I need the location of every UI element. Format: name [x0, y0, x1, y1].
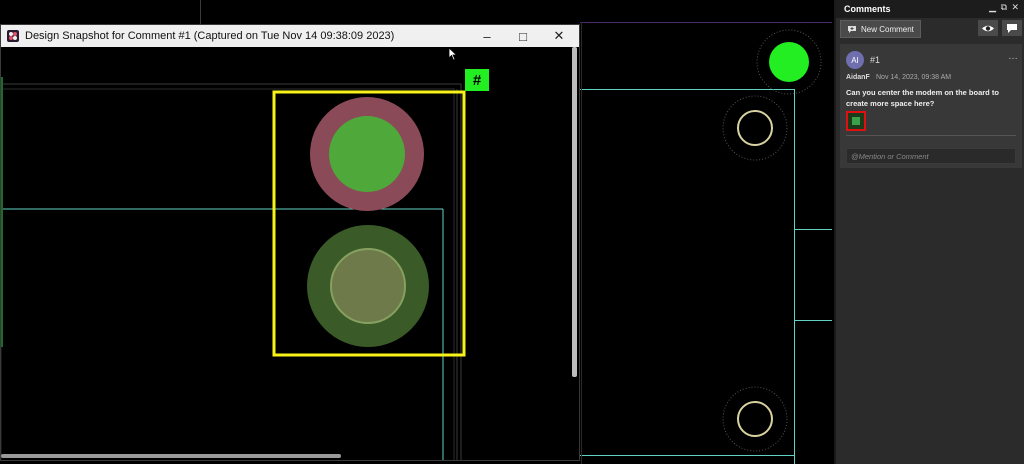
new-comment-label: New Comment: [861, 24, 914, 34]
comments-toolbar: New Comment: [836, 18, 1024, 40]
pad-upper: [310, 97, 424, 211]
board-purple-edge: [580, 22, 832, 23]
minimize-button[interactable]: –: [469, 25, 505, 47]
close-icon[interactable]: ✕: [1011, 2, 1019, 13]
pad-ring-2: [722, 386, 788, 452]
comment-card[interactable]: AI #1 … AidanF Nov 14, 2023, 09:38 AM Ca…: [840, 44, 1022, 168]
close-icon: ✕: [553, 28, 565, 43]
pad-lower: [307, 225, 429, 347]
comments-panel-header: Comments ▁ ⧉ ✕: [836, 0, 1024, 18]
minimize-icon: –: [483, 28, 491, 44]
comment-text: Can you center the modem on the board to…: [846, 88, 999, 108]
snapshot-thumbnail[interactable]: [846, 111, 866, 131]
avatar-initials: AI: [851, 55, 859, 65]
comment-timestamp: Nov 14, 2023, 09:38 AM: [876, 74, 952, 81]
reply-input[interactable]: @Mention or Comment: [846, 148, 1016, 164]
new-comment-button[interactable]: New Comment: [840, 20, 921, 38]
more-options-icon[interactable]: …: [1008, 51, 1018, 62]
comment-author: AidanF: [846, 74, 870, 81]
mouse-cursor-icon: [448, 47, 458, 61]
comment-divider: [846, 135, 1016, 136]
reply-placeholder: @Mention or Comment: [851, 151, 929, 161]
new-comment-icon: [848, 25, 856, 33]
design-snapshot-window[interactable]: Design Snapshot for Comment #1 (Captured…: [0, 24, 580, 461]
thumbnail-pad: [852, 117, 860, 125]
vertical-scrollbar[interactable]: [572, 47, 577, 377]
maximize-icon: □: [519, 28, 527, 44]
snapshot-drawing: [1, 77, 466, 460]
horizontal-scrollbar[interactable]: [1, 454, 341, 458]
comments-panel-title: Comments: [844, 4, 891, 14]
visibility-toggle[interactable]: [978, 20, 998, 36]
pad-ring-1: [722, 95, 788, 161]
pcb-canvas[interactable]: Design Snapshot for Comment #1 (Captured…: [0, 0, 832, 464]
pad-green-top-right: [756, 29, 822, 95]
app-icon: [7, 30, 19, 42]
comments-panel: Comments ▁ ⧉ ✕ New Comment AI #1 … Aidan…: [834, 0, 1024, 464]
pin-icon[interactable]: ▁: [989, 2, 996, 13]
snapshot-view[interactable]: #: [1, 47, 579, 460]
restore-icon[interactable]: ⧉: [1001, 2, 1007, 13]
eye-icon: [982, 25, 994, 31]
snapshot-title-bar[interactable]: Design Snapshot for Comment #1 (Captured…: [1, 25, 579, 47]
comment-number: #1: [870, 55, 881, 65]
avatar: AI: [846, 51, 864, 69]
comments-filter-button[interactable]: [1002, 20, 1022, 36]
comment-marker[interactable]: #: [465, 69, 489, 91]
board-vertical-line: [200, 0, 201, 24]
board-vertical-line-2: [581, 22, 582, 464]
comment-marker-label: #: [472, 71, 482, 89]
maximize-button[interactable]: □: [505, 25, 541, 47]
chat-icon: [1007, 23, 1017, 33]
close-button[interactable]: ✕: [541, 25, 577, 47]
snapshot-title: Design Snapshot for Comment #1 (Captured…: [25, 30, 395, 42]
board-pads: [722, 29, 822, 452]
